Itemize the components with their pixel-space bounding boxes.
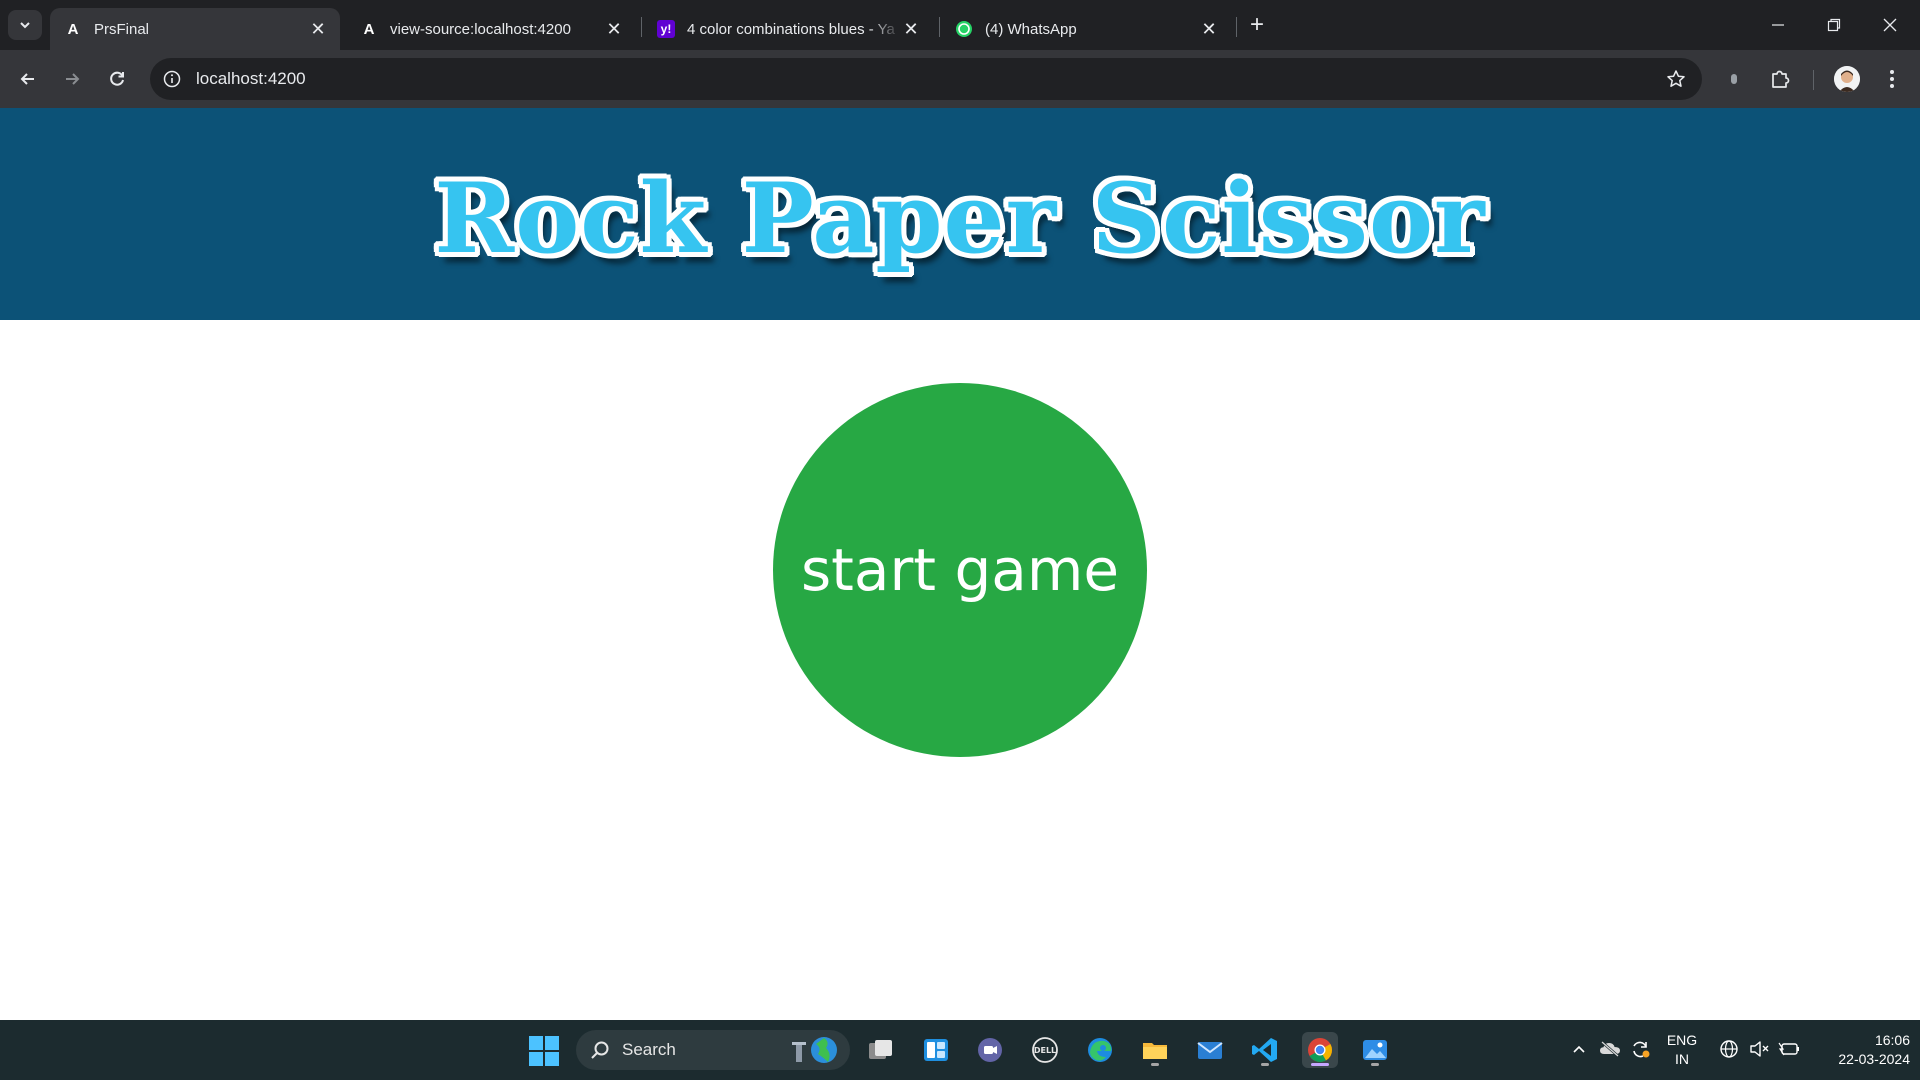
tab-view-source[interactable]: A view-source:localhost:4200 ✕: [346, 8, 636, 50]
clock-date: 22-03-2024: [1838, 1051, 1910, 1067]
minimize-button[interactable]: [1750, 0, 1806, 50]
file-explorer-icon[interactable]: [1137, 1032, 1173, 1068]
restore-button[interactable]: [1806, 0, 1862, 50]
search-label: Search: [622, 1040, 676, 1059]
tab-separator: [641, 17, 642, 37]
more-menu-icon[interactable]: [1876, 63, 1908, 95]
tab-search-button[interactable]: [8, 10, 42, 40]
forward-button[interactable]: [56, 63, 88, 95]
header-band: Rock Paper Scissor: [0, 108, 1920, 320]
angular-icon: A: [67, 20, 79, 38]
whatsapp-icon: [955, 20, 973, 38]
start-game-button[interactable]: start game: [773, 383, 1147, 757]
search-highlight-globe-icon: [790, 1034, 842, 1066]
running-indicator: [1261, 1063, 1269, 1066]
url-text[interactable]: localhost:4200: [196, 69, 306, 89]
site-info-icon[interactable]: [160, 67, 184, 91]
language-region: IN: [1675, 1051, 1689, 1067]
restore-icon: [1827, 18, 1841, 32]
close-icon[interactable]: ✕: [901, 19, 921, 39]
network-globe-icon[interactable]: [1718, 1038, 1740, 1060]
onedrive-cloud-icon[interactable]: [1599, 1038, 1621, 1060]
mail-icon[interactable]: [1192, 1032, 1228, 1068]
windows-start-icon[interactable]: [528, 1035, 560, 1067]
angular-icon: A: [363, 20, 375, 38]
close-icon[interactable]: ✕: [308, 19, 328, 39]
new-tab-button[interactable]: +: [1244, 11, 1270, 38]
tab-whatsapp[interactable]: (4) WhatsApp ✕: [941, 8, 1231, 50]
tab-yahoo[interactable]: y! 4 color combinations blues - Ya ✕: [643, 8, 933, 50]
input-language-indicator[interactable]: ENG IN: [1664, 1031, 1700, 1069]
tab-separator: [1236, 17, 1237, 37]
chevron-down-icon: [20, 22, 30, 29]
minimize-icon: [1772, 24, 1784, 26]
back-button[interactable]: [12, 63, 44, 95]
svg-text:DELL: DELL: [1034, 1046, 1056, 1055]
edge-icon[interactable]: [1082, 1032, 1118, 1068]
search-icon: [590, 1040, 610, 1060]
arrow-right-icon: [66, 73, 80, 85]
running-indicator: [1151, 1063, 1159, 1066]
vscode-icon[interactable]: [1247, 1032, 1283, 1068]
reload-icon: [110, 71, 124, 86]
widgets-icon[interactable]: [918, 1032, 954, 1068]
tab-strip: A PrsFinal ✕ A view-source:localhost:420…: [0, 0, 1920, 50]
photos-icon[interactable]: [1357, 1032, 1393, 1068]
close-icon: [1883, 18, 1897, 32]
running-indicator: [1371, 1063, 1379, 1066]
tray-overflow-chevron-icon[interactable]: [1568, 1038, 1590, 1060]
address-bar[interactable]: localhost:4200: [150, 58, 1702, 100]
tab-prsfinal[interactable]: A PrsFinal ✕: [50, 8, 340, 50]
taskbar-search[interactable]: Search: [576, 1030, 850, 1070]
close-icon[interactable]: ✕: [604, 19, 624, 39]
clock-time: 16:06: [1874, 1032, 1910, 1048]
bookmark-star-icon[interactable]: [1664, 67, 1688, 91]
window-close-button[interactable]: [1862, 0, 1918, 50]
browser-toolbar: localhost:4200: [0, 50, 1920, 108]
active-indicator: [1311, 1063, 1329, 1066]
profile-avatar[interactable]: [1834, 66, 1860, 92]
system-clock[interactable]: 16:06 22-03-2024: [1810, 1031, 1910, 1069]
extension-mic-icon[interactable]: [1718, 63, 1750, 95]
windows-taskbar: Search DELL ENG IN 16:06 22-03-2024: [0, 1020, 1920, 1080]
chrome-icon[interactable]: [1302, 1032, 1338, 1068]
sync-update-icon[interactable]: [1629, 1038, 1651, 1060]
battery-charging-icon[interactable]: [1778, 1038, 1800, 1060]
dell-icon[interactable]: DELL: [1027, 1032, 1063, 1068]
arrow-left-icon: [20, 73, 34, 85]
yahoo-icon: y!: [657, 20, 675, 38]
volume-muted-icon[interactable]: [1748, 1038, 1770, 1060]
language-code: ENG: [1666, 1032, 1698, 1048]
close-icon[interactable]: ✕: [1199, 19, 1219, 39]
page-viewport: Rock Paper Scissor start game: [0, 108, 1920, 1020]
tab-separator: [939, 17, 940, 37]
reload-button[interactable]: [101, 63, 133, 95]
toolbar-divider: [1813, 70, 1814, 90]
teams-icon[interactable]: [972, 1032, 1008, 1068]
task-view-icon[interactable]: [863, 1032, 899, 1068]
page-title: Rock Paper Scissor: [434, 161, 1486, 275]
extensions-puzzle-icon[interactable]: [1764, 63, 1796, 95]
